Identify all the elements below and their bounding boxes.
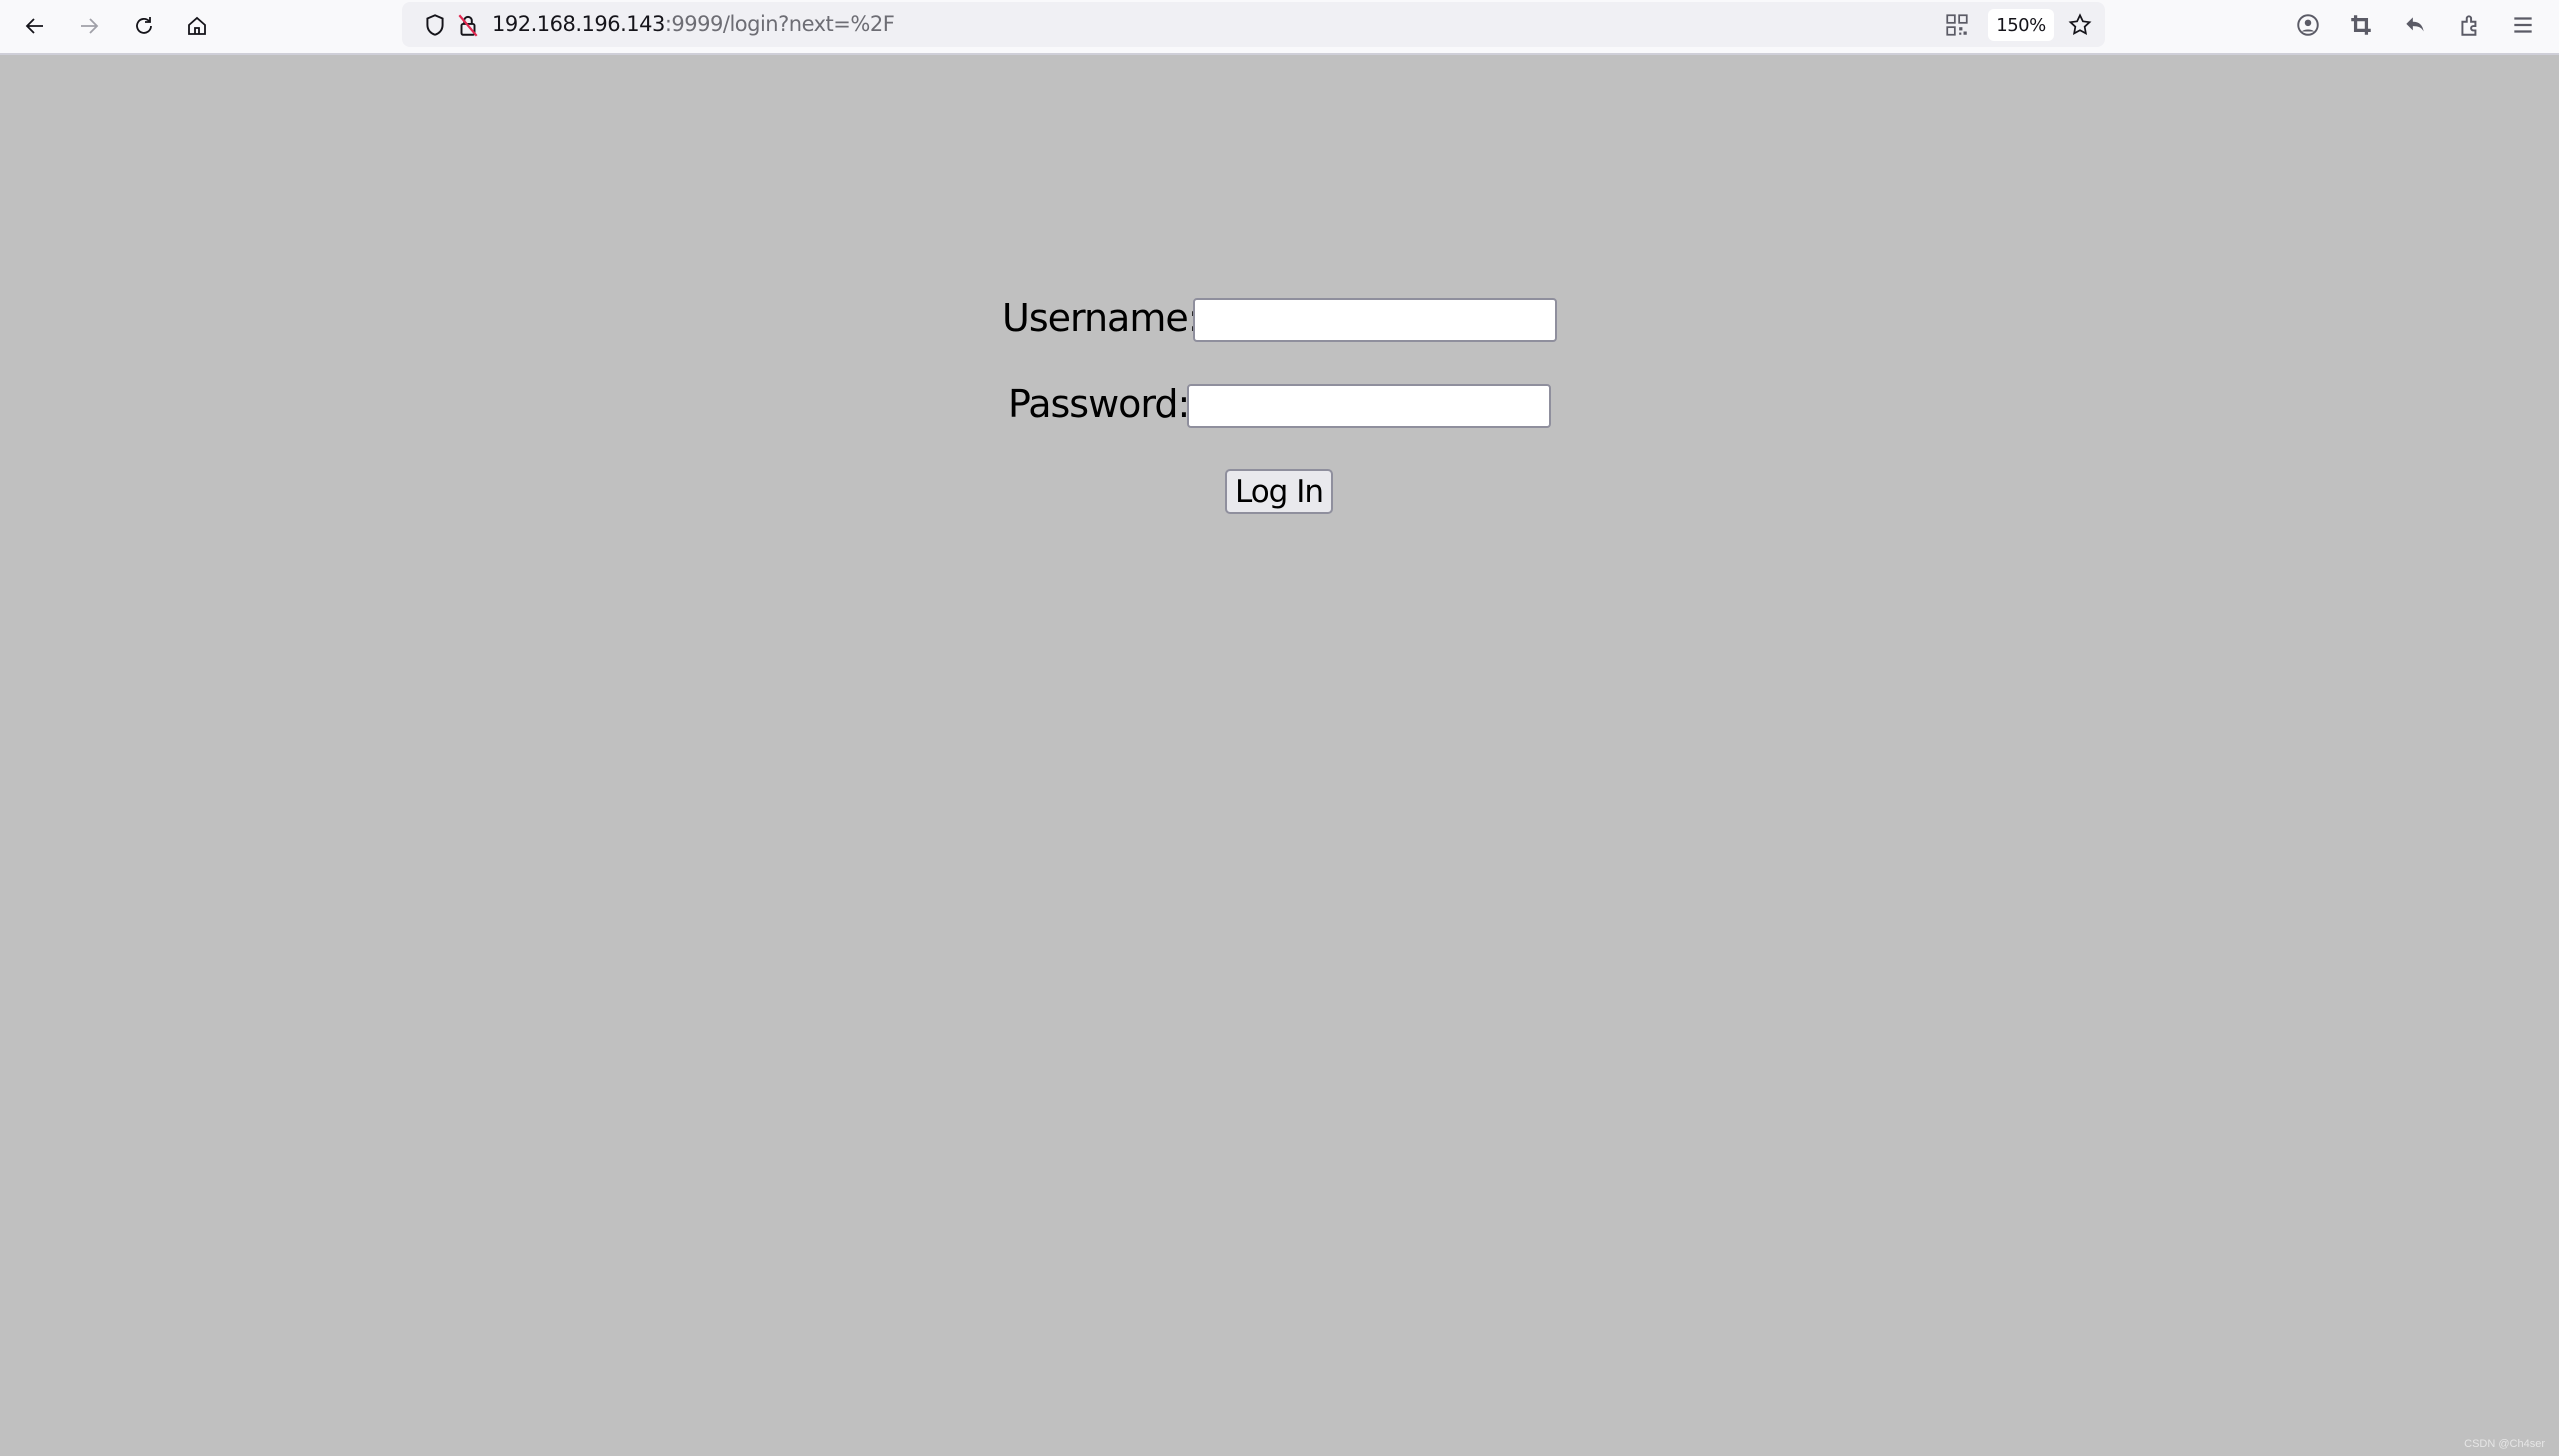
screenshot-button[interactable] bbox=[2347, 11, 2375, 39]
account-icon bbox=[2297, 14, 2319, 36]
back-button[interactable] bbox=[17, 8, 53, 44]
bookmark-star-icon[interactable] bbox=[2067, 12, 2093, 38]
login-button[interactable]: Log In bbox=[1225, 469, 1333, 514]
url-host: 192.168.196.143 bbox=[492, 12, 665, 36]
home-button[interactable] bbox=[179, 8, 215, 44]
watermark: CSDN @Ch4ser bbox=[2464, 1438, 2545, 1450]
back-icon bbox=[25, 18, 43, 34]
url-bar[interactable]: 192.168.196.143:9999/login?next=%2F 150% bbox=[402, 2, 2105, 47]
forward-icon bbox=[81, 18, 99, 34]
undo-button[interactable] bbox=[2401, 11, 2429, 39]
zoom-level-button[interactable]: 150% bbox=[1988, 9, 2054, 41]
username-label: Username: bbox=[1002, 296, 1201, 340]
browser-toolbar: 192.168.196.143:9999/login?next=%2F 150% bbox=[0, 0, 2559, 55]
qr-code-icon[interactable] bbox=[1944, 12, 1970, 38]
account-button[interactable] bbox=[2294, 11, 2322, 39]
menu-icon bbox=[2514, 17, 2532, 33]
forward-button[interactable] bbox=[71, 8, 107, 44]
shield-icon[interactable] bbox=[422, 12, 448, 38]
reload-icon bbox=[136, 17, 152, 34]
url-text[interactable]: 192.168.196.143:9999/login?next=%2F bbox=[492, 12, 895, 36]
reload-button[interactable] bbox=[126, 8, 162, 44]
undo-icon bbox=[2406, 17, 2424, 32]
app-menu-button[interactable] bbox=[2509, 11, 2537, 39]
insecure-lock-icon[interactable] bbox=[455, 12, 481, 38]
extensions-icon bbox=[2461, 15, 2477, 36]
screenshot-crop-icon bbox=[2351, 15, 2371, 35]
password-label: Password: bbox=[1008, 382, 1190, 426]
password-input[interactable] bbox=[1187, 384, 1551, 428]
username-input[interactable] bbox=[1193, 298, 1557, 342]
home-icon bbox=[188, 16, 206, 35]
extensions-button[interactable] bbox=[2456, 11, 2484, 39]
url-path: :9999/login?next=%2F bbox=[664, 12, 895, 36]
